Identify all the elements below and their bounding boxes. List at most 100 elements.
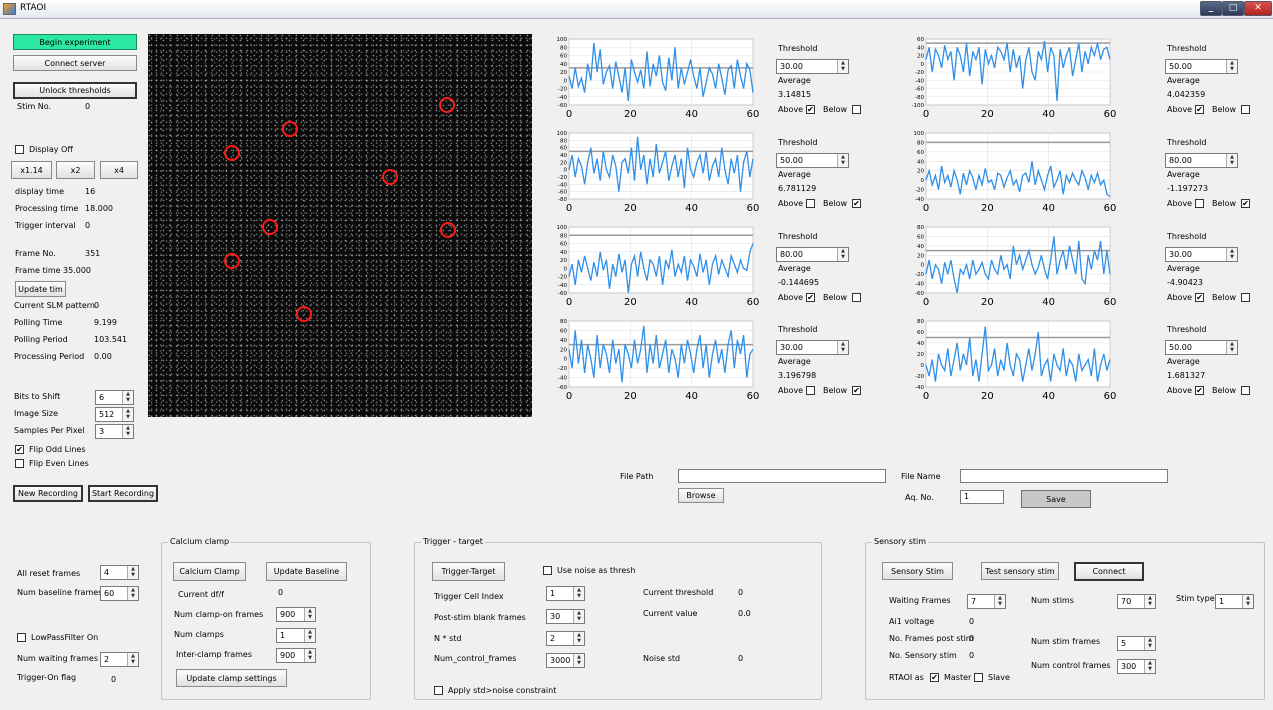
spinner-arrows-icon[interactable]: ▲ ▼ — [127, 566, 138, 579]
spinner-arrows-icon[interactable]: ▲ ▼ — [122, 408, 133, 421]
update-baseline-button[interactable]: Update Baseline — [266, 562, 347, 581]
below-checkbox[interactable] — [1241, 293, 1250, 302]
roi-circle[interactable] — [296, 306, 312, 322]
threshold-spinner[interactable]: 30.00 ▲ ▼ — [776, 59, 849, 74]
num-baseline-spinner[interactable]: 60 ▲ ▼ — [100, 586, 139, 601]
minimize-button[interactable]: _ — [1200, 1, 1222, 16]
roi-circle[interactable] — [282, 121, 298, 137]
n-std-spinner[interactable]: 2 ▲ ▼ — [546, 631, 585, 646]
master-checkbox[interactable]: ✔ — [930, 673, 939, 682]
roi-circle[interactable] — [382, 169, 398, 185]
unlock-thresholds-button[interactable]: Unlock thresholds — [13, 82, 137, 99]
spinner-arrows-icon[interactable]: ▲ ▼ — [837, 248, 848, 261]
threshold-spinner[interactable]: 80.00 ▲ ▼ — [1165, 153, 1238, 168]
spinner-arrows-icon[interactable]: ▲ ▼ — [1144, 637, 1155, 650]
above-checkbox[interactable]: ✔ — [1195, 293, 1204, 302]
spinner-arrows-icon[interactable]: ▲ ▼ — [1144, 660, 1155, 673]
zoom-x2-button[interactable]: x2 — [56, 161, 95, 179]
roi-circle[interactable] — [439, 97, 455, 113]
roi-circle[interactable] — [440, 222, 456, 238]
connect-button[interactable]: Connect — [1074, 562, 1144, 581]
spinner-arrows-icon[interactable]: ▲ ▼ — [1144, 595, 1155, 608]
post-stim-spinner[interactable]: 30 ▲ ▼ — [546, 609, 585, 624]
threshold-spinner[interactable]: 30.00 ▲ ▼ — [1165, 247, 1238, 262]
spinner-arrows-icon[interactable]: ▲ ▼ — [127, 653, 138, 666]
file-path-input[interactable] — [678, 469, 886, 483]
calcium-clamp-button[interactable]: Calcium Clamp — [173, 562, 246, 581]
below-checkbox[interactable] — [1241, 105, 1250, 114]
spinner-arrows-icon[interactable]: ▲ ▼ — [122, 391, 133, 404]
spinner-arrows-icon[interactable]: ▲ ▼ — [1242, 595, 1253, 608]
display-off-checkbox[interactable] — [15, 145, 24, 154]
threshold-spinner[interactable]: 50.00 ▲ ▼ — [776, 153, 849, 168]
close-button[interactable]: ✕ — [1244, 1, 1272, 16]
above-checkbox[interactable]: ✔ — [806, 105, 815, 114]
image-size-spinner[interactable]: 512 ▲ ▼ — [95, 407, 134, 422]
aq-no-input[interactable]: 1 — [960, 490, 1004, 504]
num-stim-frames-spinner[interactable]: 5 ▲ ▼ — [1117, 636, 1156, 651]
num-clamps-spinner[interactable]: 1 ▲ ▼ — [276, 628, 316, 643]
connect-server-button[interactable]: Connect server — [13, 55, 137, 71]
num-clamp-on-spinner[interactable]: 900 ▲ ▼ — [276, 607, 316, 622]
spinner-arrows-icon[interactable]: ▲ ▼ — [1226, 154, 1237, 167]
roi-circle[interactable] — [262, 219, 278, 235]
num-waiting-spinner[interactable]: 2 ▲ ▼ — [100, 652, 139, 667]
threshold-spinner[interactable]: 50.00 ▲ ▼ — [1165, 340, 1238, 355]
spinner-arrows-icon[interactable]: ▲ ▼ — [573, 654, 584, 667]
below-checkbox[interactable]: ✔ — [1241, 199, 1250, 208]
test-sensory-stim-button[interactable]: Test sensory stim — [981, 562, 1059, 580]
num-stims-spinner[interactable]: 70 ▲ ▼ — [1117, 594, 1156, 609]
save-button[interactable]: Save — [1021, 490, 1091, 508]
threshold-spinner[interactable]: 30.00 ▲ ▼ — [776, 340, 849, 355]
above-checkbox[interactable]: ✔ — [1195, 105, 1204, 114]
below-checkbox[interactable]: ✔ — [852, 386, 861, 395]
spinner-arrows-icon[interactable]: ▲ ▼ — [837, 60, 848, 73]
file-name-input[interactable] — [960, 469, 1168, 483]
spinner-arrows-icon[interactable]: ▲ ▼ — [573, 587, 584, 600]
above-checkbox[interactable]: ✔ — [806, 293, 815, 302]
bits-to-shift-spinner[interactable]: 6 ▲ ▼ — [95, 390, 134, 405]
spinner-arrows-icon[interactable]: ▲ ▼ — [994, 595, 1005, 608]
flip-even-checkbox[interactable] — [15, 459, 24, 468]
use-noise-checkbox[interactable] — [543, 566, 552, 575]
spinner-arrows-icon[interactable]: ▲ ▼ — [122, 425, 133, 438]
sensory-stim-button[interactable]: Sensory Stim — [882, 562, 953, 580]
below-checkbox[interactable] — [1241, 386, 1250, 395]
zoom-x4-button[interactable]: x4 — [100, 161, 138, 179]
waiting-frames-spinner[interactable]: 7 ▲ ▼ — [967, 594, 1006, 609]
samples-per-pixel-spinner[interactable]: 3 ▲ ▼ — [95, 424, 134, 439]
num-control-spinner[interactable]: 3000 ▲ ▼ — [546, 653, 585, 668]
spinner-arrows-icon[interactable]: ▲ ▼ — [1226, 60, 1237, 73]
spinner-arrows-icon[interactable]: ▲ ▼ — [304, 608, 315, 621]
inter-clamp-spinner[interactable]: 900 ▲ ▼ — [276, 648, 316, 663]
start-recording-button[interactable]: Start Recording — [88, 485, 158, 502]
roi-circle[interactable] — [224, 253, 240, 269]
below-checkbox[interactable]: ✔ — [852, 199, 861, 208]
flip-odd-checkbox[interactable]: ✔ — [15, 445, 24, 454]
trigger-cell-spinner[interactable]: 1 ▲ ▼ — [546, 586, 585, 601]
begin-experiment-button[interactable]: Begin experiment — [13, 34, 137, 50]
above-checkbox[interactable] — [806, 199, 815, 208]
spinner-arrows-icon[interactable]: ▲ ▼ — [837, 341, 848, 354]
browse-button[interactable]: Browse — [678, 488, 724, 503]
update-clamp-settings-button[interactable]: Update clamp settings — [176, 669, 287, 687]
new-recording-button[interactable]: New Recording — [13, 485, 83, 502]
stim-type-spinner[interactable]: 1 ▲ ▼ — [1215, 594, 1254, 609]
spinner-arrows-icon[interactable]: ▲ ▼ — [304, 649, 315, 662]
spinner-arrows-icon[interactable]: ▲ ▼ — [573, 632, 584, 645]
below-checkbox[interactable] — [852, 293, 861, 302]
spinner-arrows-icon[interactable]: ▲ ▼ — [304, 629, 315, 642]
lowpass-checkbox[interactable] — [17, 633, 26, 642]
roi-circle[interactable] — [224, 145, 240, 161]
above-checkbox[interactable]: ✔ — [1195, 386, 1204, 395]
update-tim-button[interactable]: Update tim — [15, 281, 66, 297]
maximize-button[interactable]: □ — [1222, 1, 1244, 16]
below-checkbox[interactable] — [852, 105, 861, 114]
spinner-arrows-icon[interactable]: ▲ ▼ — [837, 154, 848, 167]
slave-checkbox[interactable] — [974, 673, 983, 682]
threshold-spinner[interactable]: 50.00 ▲ ▼ — [1165, 59, 1238, 74]
threshold-spinner[interactable]: 80.00 ▲ ▼ — [776, 247, 849, 262]
zoom-x114-button[interactable]: x1.14 — [11, 161, 52, 179]
spinner-arrows-icon[interactable]: ▲ ▼ — [573, 610, 584, 623]
spinner-arrows-icon[interactable]: ▲ ▼ — [127, 587, 138, 600]
